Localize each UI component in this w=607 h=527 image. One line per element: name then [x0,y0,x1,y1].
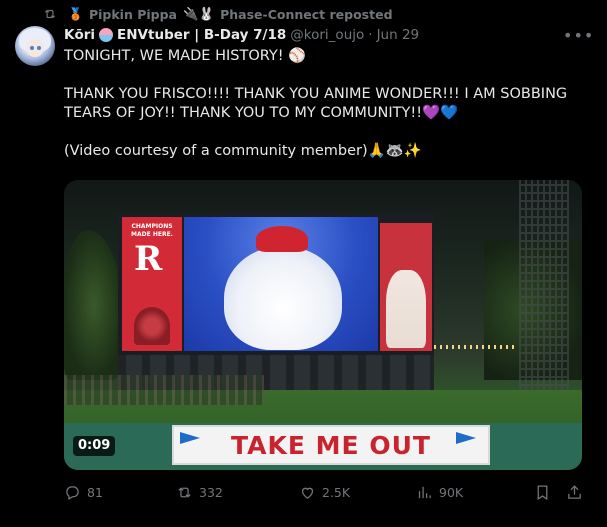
display-name-tail[interactable]: ENVtuber | B-Day 7/18 [117,27,286,43]
avatar[interactable] [15,26,55,66]
bookmark-icon [537,485,548,501]
trophy-graphic [134,307,170,345]
repost-icon [44,9,56,19]
repost-icon [178,487,191,498]
cap-graphic [256,226,308,252]
reposter-name: Pipkin Pippa [88,6,177,22]
post-header: Kōri ENVtuber | B-Day 7/18 @kori_oujo · … [64,26,419,44]
bookmark-button[interactable] [534,484,551,501]
post-text: TONIGHT, WE MADE HISTORY! ⚾ THANK YOU FR… [64,47,584,161]
character-graphic [224,246,342,350]
handle[interactable]: @kori_oujo [290,27,364,43]
player-graphic [386,270,426,348]
display-name[interactable]: Kōri [64,27,95,43]
reposter-emoji: 🔌🐰 [182,6,215,21]
post-text-line-1: TONIGHT, WE MADE HISTORY! ⚾ [64,48,307,64]
more-icon[interactable]: ••• [563,26,594,45]
post-date[interactable]: Jun 29 [377,27,420,43]
reply-icon [66,486,79,501]
heart-icon [301,487,314,499]
medal-emoji: 🥉 [68,7,83,21]
video-duration: 0:09 [73,436,116,456]
reply-count: 81 [87,485,103,500]
views-count: 90K [439,485,464,500]
like-button[interactable]: 2.5K [299,484,350,501]
post-text-line-3: (Video courtesy of a community member)🙏🦝… [64,143,422,159]
views-icon [418,486,431,499]
action-bar: 81 332 2.5K 90K [64,484,584,504]
scoreboard-left-panel: CHAMPIONS MADE HERE. R [122,217,182,351]
separator-dot: · [368,27,373,43]
share-button[interactable] [566,484,583,501]
team-logo: R [134,239,163,279]
reply-button[interactable]: 81 [64,484,103,501]
repost-button[interactable]: 332 [176,484,223,501]
scoreboard-text: CHAMPIONS MADE HERE. [131,223,173,238]
display-name-emoji [99,28,114,42]
post-text-line-2: THANK YOU FRISCO!!!! THANK YOU ANIME WON… [64,86,568,121]
video-player[interactable]: CHAMPIONS MADE HERE. R TAKE ME OUT 0:09 [64,180,582,470]
repost-context[interactable]: 🥉 Pipkin Pippa 🔌🐰 Phase-Connect reposted [42,5,393,23]
repost-label: Phase-Connect reposted [220,6,393,22]
banner-text: TAKE ME OUT [231,430,431,460]
repost-count: 332 [199,485,223,500]
share-icon [568,485,581,499]
like-count: 2.5K [322,485,351,500]
outfield-banner: TAKE ME OUT [172,425,490,465]
views-button[interactable]: 90K [416,484,463,501]
